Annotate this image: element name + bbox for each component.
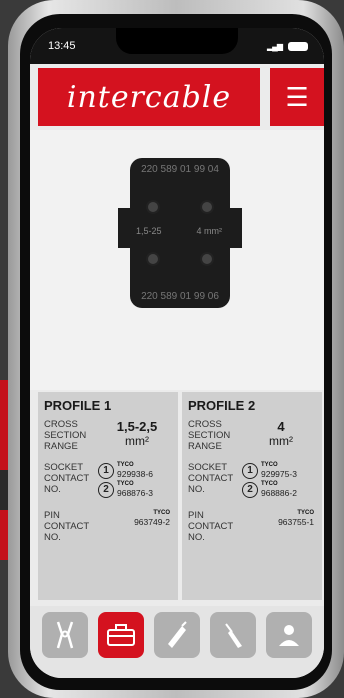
battery-icon bbox=[288, 42, 308, 51]
index-badge: 2 bbox=[242, 481, 258, 498]
profile-card: PROFILE 2 CROSS SECTION RANGE 4 mm² SOCK… bbox=[182, 392, 322, 600]
tab-crimp-tools[interactable] bbox=[42, 612, 88, 658]
cross-value-number: 4 bbox=[277, 419, 285, 434]
die-right-text: 4 mm² bbox=[196, 226, 223, 236]
status-time: 13:45 bbox=[48, 40, 76, 52]
crimp-die-image: 220 589 01 99 04 220 589 01 99 06 1,5-25… bbox=[118, 158, 242, 308]
user-icon bbox=[279, 625, 299, 646]
cross-value-unit: mm² bbox=[125, 434, 149, 448]
hamburger-icon: ☰ bbox=[285, 81, 309, 112]
cross-section-label: CROSS SECTION RANGE bbox=[188, 419, 231, 452]
status-bar: 13:45 ▂▄▆ bbox=[30, 28, 324, 64]
contact-brand: TYCO bbox=[153, 510, 170, 516]
cross-section-value: 1,5-2,5 mm² bbox=[102, 419, 172, 449]
cable-icon bbox=[168, 621, 187, 648]
profile-title: PROFILE 1 bbox=[44, 398, 112, 413]
contact-number: 963755-1 bbox=[278, 517, 314, 527]
screw-icon bbox=[200, 252, 214, 266]
contact-brand: TYCO bbox=[261, 481, 278, 487]
die-bottom-code: 220 589 01 99 06 bbox=[141, 291, 219, 302]
pin-contact-label: PIN CONTACT NO. bbox=[44, 510, 90, 543]
contact-brand: TYCO bbox=[117, 481, 134, 487]
contact-number: 968876-3 bbox=[117, 488, 153, 498]
die-notch-right bbox=[228, 208, 242, 248]
contact-brand: TYCO bbox=[297, 510, 314, 516]
tab-toolbox[interactable] bbox=[98, 612, 144, 658]
profile-title: PROFILE 2 bbox=[188, 398, 256, 413]
contact-number: 963749-2 bbox=[134, 517, 170, 527]
index-badge: 1 bbox=[242, 462, 258, 479]
brand-logo: intercable bbox=[66, 79, 232, 115]
die-left-text: 1,5-25 bbox=[136, 226, 162, 236]
socket-contact-label: SOCKET CONTACT NO. bbox=[44, 462, 90, 495]
index-badge: 2 bbox=[98, 481, 114, 498]
tab-cables[interactable] bbox=[154, 612, 200, 658]
socket-contacts: 1 TYCO 929938-6 2 TYCO 968876-3 bbox=[98, 462, 172, 500]
logo-box[interactable]: intercable bbox=[38, 68, 260, 126]
contact-brand: TYCO bbox=[117, 462, 134, 468]
cross-section-label: CROSS SECTION RANGE bbox=[44, 419, 87, 452]
product-image: 220 589 01 99 04 220 589 01 99 06 1,5-25… bbox=[30, 130, 324, 390]
contact-number: 968886-2 bbox=[261, 488, 297, 498]
profile-cards: PROFILE 1 CROSS SECTION RANGE 1,5-2,5 mm… bbox=[38, 392, 322, 600]
toolbox-icon bbox=[107, 624, 135, 646]
contact-brand: TYCO bbox=[261, 462, 278, 468]
pin-contact-label: PIN CONTACT NO. bbox=[188, 510, 234, 543]
tab-screwdrivers[interactable] bbox=[210, 612, 256, 658]
pin-contact: TYCO 963749-2 bbox=[98, 510, 172, 527]
contact-number: 929975-3 bbox=[261, 469, 297, 479]
screw-icon bbox=[146, 252, 160, 266]
phone-screen: 13:45 ▂▄▆ intercable ☰ 220 589 01 99 04 … bbox=[30, 28, 324, 678]
screwdriver-icon bbox=[225, 623, 242, 648]
die-top-code: 220 589 01 99 04 bbox=[141, 164, 219, 175]
menu-button[interactable]: ☰ bbox=[270, 68, 324, 126]
pin-contact: TYCO 963755-1 bbox=[242, 510, 316, 527]
screw-icon bbox=[200, 200, 214, 214]
cross-value-unit: mm² bbox=[269, 434, 293, 448]
app-header: intercable ☰ bbox=[30, 68, 324, 126]
profile-card: PROFILE 1 CROSS SECTION RANGE 1,5-2,5 mm… bbox=[38, 392, 178, 600]
crimp-tool-icon bbox=[56, 621, 74, 649]
signal-icon: ▂▄▆ bbox=[267, 42, 283, 51]
die-notch-left bbox=[118, 208, 132, 248]
notch bbox=[116, 28, 238, 54]
socket-contacts: 1 TYCO 929975-3 2 TYCO 968886-2 bbox=[242, 462, 316, 500]
contact-number: 929938-6 bbox=[117, 469, 153, 479]
tab-profile[interactable] bbox=[266, 612, 312, 658]
cross-section-value: 4 mm² bbox=[246, 419, 316, 449]
index-badge: 1 bbox=[98, 462, 114, 479]
socket-contact-label: SOCKET CONTACT NO. bbox=[188, 462, 234, 495]
bottom-tab-bar bbox=[30, 606, 324, 678]
cross-value-number: 1,5-2,5 bbox=[116, 419, 158, 434]
screw-icon bbox=[146, 200, 160, 214]
